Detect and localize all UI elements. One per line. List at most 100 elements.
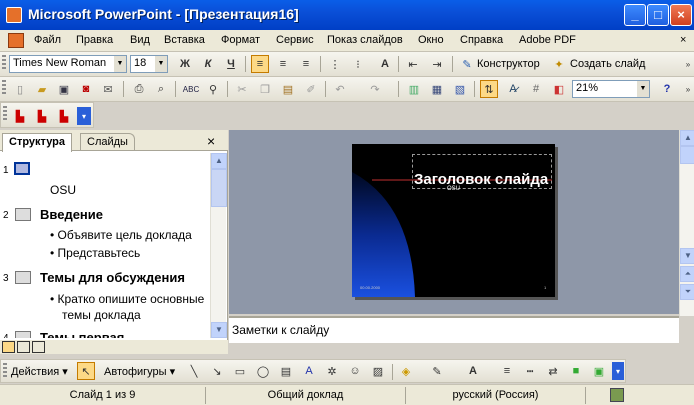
chevron-down-icon[interactable]: ▼ xyxy=(637,81,649,97)
toolbar-grip[interactable] xyxy=(2,55,6,71)
toolbar-options-icon[interactable]: ▾ xyxy=(77,107,91,125)
open-folder-icon[interactable]: ▰ xyxy=(33,80,51,98)
research-icon[interactable]: ⚲ xyxy=(204,80,222,98)
designer-icon[interactable]: ✎ xyxy=(458,55,476,73)
scroll-up-icon[interactable]: ▲ xyxy=(211,153,227,169)
align-right-icon[interactable]: ≡ xyxy=(297,55,315,73)
textbox-icon[interactable]: ▤ xyxy=(277,362,295,380)
insert-chart-icon[interactable]: ▥ xyxy=(405,80,423,98)
pdf-email-icon[interactable]: ▙ xyxy=(33,107,51,125)
bulleted-list-icon[interactable]: ⁝ xyxy=(349,55,367,73)
previous-slide-icon[interactable]: ⏶ xyxy=(680,266,694,282)
increase-font-icon[interactable]: A xyxy=(376,55,394,73)
notes-pane[interactable]: Заметки к слайду xyxy=(229,316,679,343)
toolbar-grip[interactable] xyxy=(3,363,7,379)
slide-icon[interactable] xyxy=(15,331,31,338)
slideshow-icon[interactable] xyxy=(32,341,45,353)
menu-format[interactable]: Формат xyxy=(221,34,260,46)
designer-button[interactable]: Конструктор xyxy=(477,58,540,70)
rectangle-icon[interactable]: ▭ xyxy=(231,362,249,380)
scroll-thumb[interactable] xyxy=(211,169,227,207)
slide-title[interactable]: Заголовок слайда xyxy=(414,171,548,188)
decrease-indent-icon[interactable]: ⇤ xyxy=(404,55,422,73)
tab-outline[interactable]: Структура xyxy=(2,133,72,152)
menu-slideshow[interactable]: Показ слайдов xyxy=(327,34,403,46)
increase-indent-icon[interactable]: ⇥ xyxy=(428,55,446,73)
print-preview-icon[interactable]: ⌕ xyxy=(152,80,170,98)
3d-style-icon[interactable]: ▣ xyxy=(590,362,608,380)
close-button[interactable]: × xyxy=(670,4,692,26)
autoshapes-menu[interactable]: Автофигуры ▾ xyxy=(104,365,175,378)
expand-all-icon[interactable]: ⇅ xyxy=(480,80,498,98)
undo-icon[interactable]: ↶ xyxy=(331,80,349,98)
outline-title[interactable]: Введение xyxy=(40,207,103,222)
save-icon[interactable]: ▣ xyxy=(55,80,73,98)
scroll-thumb[interactable] xyxy=(680,146,694,164)
menu-window[interactable]: Окно xyxy=(418,34,444,46)
menu-adobe-pdf[interactable]: Adobe PDF xyxy=(519,34,576,46)
wordart-icon[interactable]: A xyxy=(300,362,318,380)
oval-icon[interactable]: ◯ xyxy=(254,362,272,380)
slide-canvas[interactable]: Заголовок слайда OSU 00.00.2000 1 xyxy=(352,144,555,297)
chevron-down-icon[interactable]: ▼ xyxy=(114,56,126,72)
minimize-button[interactable]: _ xyxy=(624,4,646,26)
outline-bullet[interactable]: • Объявите цель доклада xyxy=(50,228,192,242)
toolbar-grip[interactable] xyxy=(3,106,7,122)
help-icon[interactable]: ? xyxy=(658,80,676,98)
spelling-status-icon[interactable] xyxy=(610,388,624,402)
print-icon[interactable]: ⎙ xyxy=(130,80,148,98)
document-icon[interactable] xyxy=(8,33,24,48)
font-color-icon[interactable]: A xyxy=(464,362,482,380)
line-style-icon[interactable]: ≡ xyxy=(498,362,516,380)
redo-icon[interactable]: ↷ xyxy=(366,80,384,98)
new-slide-icon[interactable]: ✦ xyxy=(550,55,568,73)
show-formatting-icon[interactable]: A̷ xyxy=(504,80,522,98)
insert-table-icon[interactable]: ▦ xyxy=(428,80,446,98)
slide-sorter-icon[interactable] xyxy=(17,341,30,353)
bold-button[interactable]: Ж xyxy=(176,55,194,73)
outline-bullet[interactable]: • Кратко опишите основные темы доклада xyxy=(50,291,210,323)
dash-style-icon[interactable]: ┅ xyxy=(521,362,539,380)
format-painter-icon[interactable]: ✐ xyxy=(302,80,320,98)
clipart-icon[interactable]: ☺ xyxy=(346,362,364,380)
toolbar-grip[interactable] xyxy=(2,80,6,96)
scroll-up-icon[interactable]: ▲ xyxy=(680,130,694,146)
shadow-icon[interactable]: ■ xyxy=(567,362,585,380)
chevron-down-icon[interactable]: ▼ xyxy=(155,56,167,72)
arrow-icon[interactable]: ↘ xyxy=(208,362,226,380)
pdf-review-icon[interactable]: ▙ xyxy=(55,107,73,125)
new-slide-button[interactable]: Создать слайд xyxy=(570,58,645,70)
slide-icon[interactable] xyxy=(14,162,30,175)
menu-help[interactable]: Справка xyxy=(460,34,503,46)
tab-slides[interactable]: Слайды xyxy=(80,133,135,151)
menu-close-icon[interactable]: × xyxy=(680,34,686,46)
numbered-list-icon[interactable]: ⋮ xyxy=(326,55,344,73)
color-grayscale-icon[interactable]: ◧ xyxy=(550,80,568,98)
outline-title[interactable]: Темы первая xyxy=(40,330,124,338)
diagram-icon[interactable]: ✲ xyxy=(323,362,341,380)
convert-to-pdf-icon[interactable]: ▙ xyxy=(11,107,29,125)
permission-icon[interactable]: ◙ xyxy=(77,80,95,98)
menu-insert[interactable]: Вставка xyxy=(164,34,205,46)
font-name-select[interactable]: Times New Roman ▼ xyxy=(9,55,127,73)
zoom-select[interactable]: 21% ▼ xyxy=(572,80,650,98)
menu-file[interactable]: Файл xyxy=(34,34,61,46)
powerpoint-app-icon[interactable] xyxy=(6,7,22,23)
outline-subtitle[interactable]: OSU xyxy=(50,183,76,197)
menu-view[interactable]: Вид xyxy=(130,34,150,46)
toolbar-options-icon[interactable]: » xyxy=(683,55,693,73)
scroll-down-icon[interactable]: ▼ xyxy=(211,322,227,338)
copy-icon[interactable]: ❐ xyxy=(256,80,274,98)
arrow-style-icon[interactable]: ⇄ xyxy=(544,362,562,380)
pane-close-icon[interactable]: × xyxy=(207,133,215,149)
email-icon[interactable]: ✉ xyxy=(99,80,117,98)
scroll-down-icon[interactable]: ▼ xyxy=(680,248,694,264)
next-slide-icon[interactable]: ⏷ xyxy=(680,284,694,300)
align-center-icon[interactable]: ≡ xyxy=(274,55,292,73)
slide-icon[interactable] xyxy=(15,271,31,284)
paste-icon[interactable]: ▤ xyxy=(279,80,297,98)
line-icon[interactable]: ╲ xyxy=(185,362,203,380)
outline-list[interactable]: 1 OSU 2 Введение • Объявите цель доклада… xyxy=(0,153,210,338)
notes-text[interactable]: Заметки к слайду xyxy=(232,323,329,337)
show-grid-icon[interactable]: # xyxy=(527,80,545,98)
